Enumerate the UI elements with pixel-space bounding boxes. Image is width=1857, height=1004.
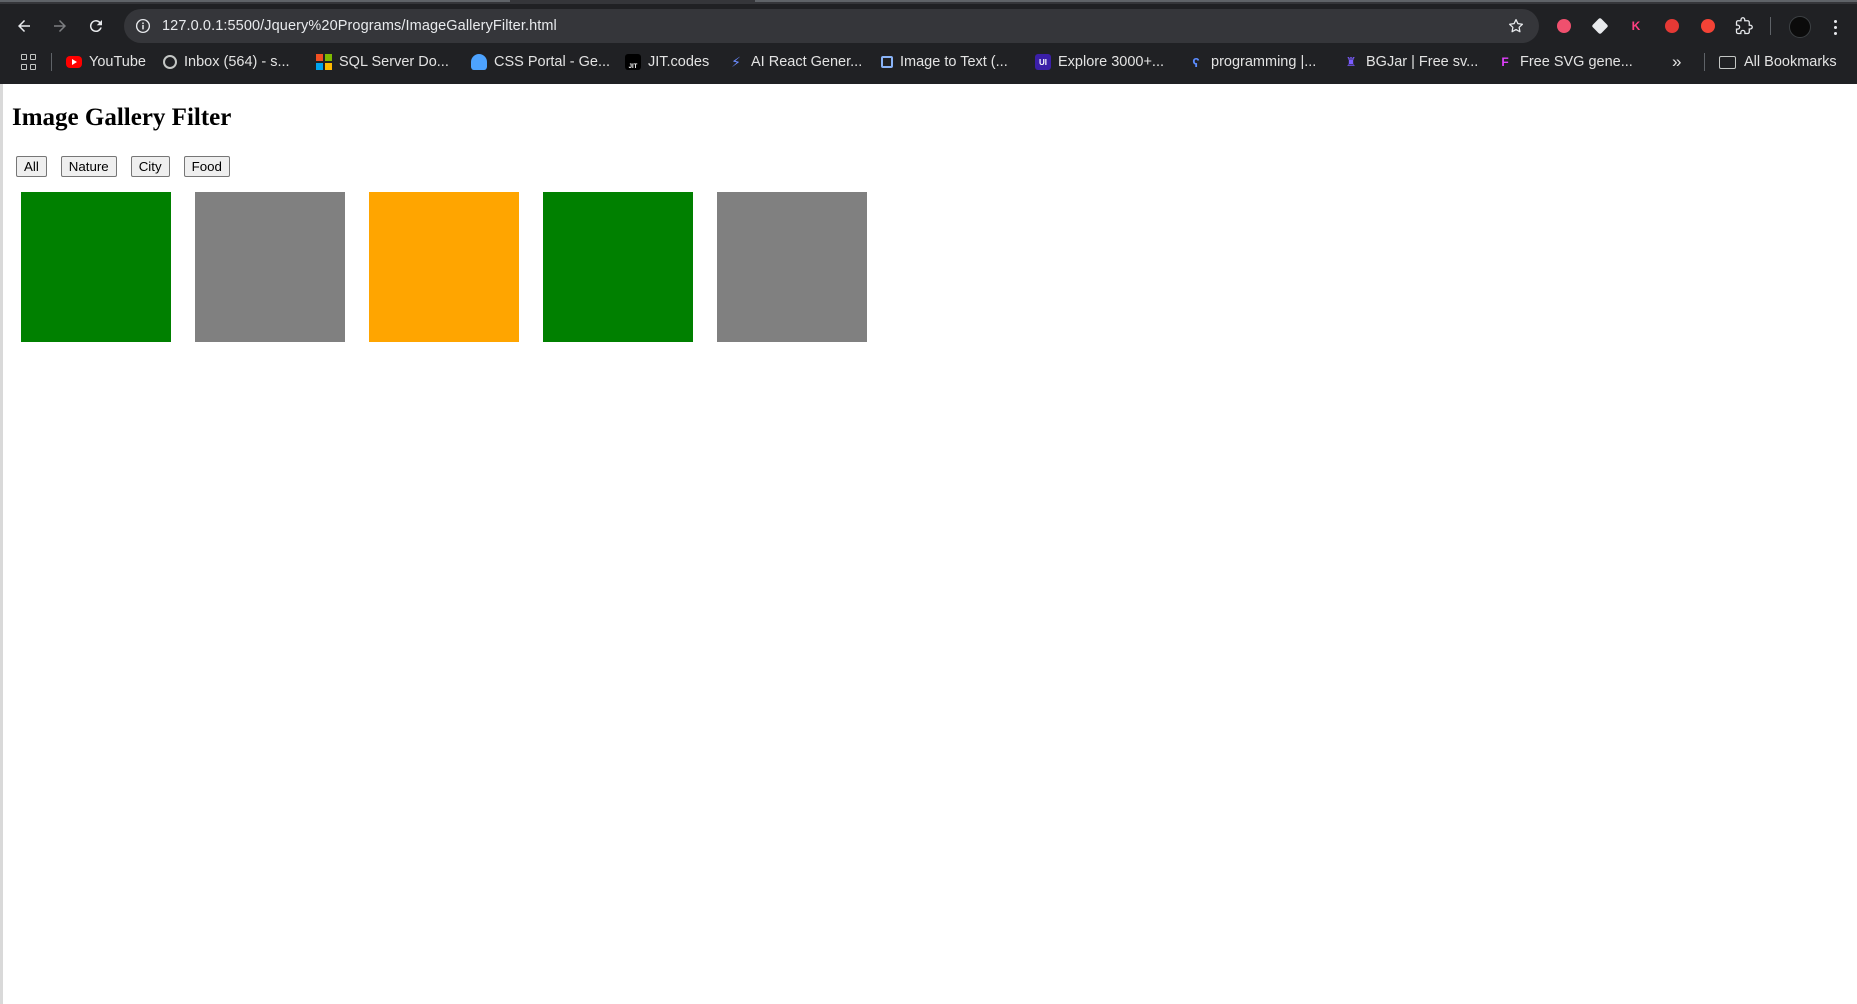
bookmark-youtube[interactable]: YouTube bbox=[66, 50, 146, 74]
extension-lastpass-icon[interactable] bbox=[1554, 16, 1574, 36]
forward-arrow-icon bbox=[54, 20, 66, 32]
filter-all-button[interactable]: All bbox=[16, 156, 47, 177]
microsoft-icon bbox=[316, 54, 332, 70]
bookmark-label: Free SVG gene... bbox=[1520, 54, 1633, 70]
toolbar-separator bbox=[1770, 17, 1771, 35]
ui-icon: UI bbox=[1035, 54, 1051, 70]
extension-k-icon[interactable]: K bbox=[1626, 16, 1646, 36]
back-arrow-icon bbox=[18, 20, 30, 32]
tab-edge bbox=[0, 0, 510, 2]
bookmark-label: Explore 3000+... bbox=[1058, 54, 1165, 70]
bookmark-inbox[interactable]: Inbox (564) - s... bbox=[163, 50, 290, 74]
extension-colorpick-icon[interactable] bbox=[1590, 16, 1610, 36]
bookmark-ai-react[interactable]: ⚡ AI React Gener... bbox=[728, 50, 862, 74]
extension-bug-icon[interactable] bbox=[1662, 16, 1682, 36]
url-text: 127.0.0.1:5500/Jquery%20Programs/ImageGa… bbox=[162, 18, 557, 34]
back-button[interactable] bbox=[8, 10, 40, 42]
bookmarks-separator bbox=[1704, 53, 1705, 71]
bookmarks-separator bbox=[51, 53, 52, 71]
bookmark-bgjar[interactable]: ♜ BGJar | Free sv... bbox=[1343, 50, 1479, 74]
bookmark-free-svg[interactable]: F Free SVG gene... bbox=[1497, 50, 1633, 74]
extensions-puzzle-icon[interactable] bbox=[1734, 16, 1754, 36]
folder-icon bbox=[1719, 55, 1736, 69]
gallery-tile-city bbox=[717, 192, 867, 342]
filter-city-button[interactable]: City bbox=[130, 156, 170, 177]
bookmark-image-to-text[interactable]: Image to Text (... bbox=[881, 50, 1008, 74]
gallery-tile-nature bbox=[543, 192, 693, 342]
bookmark-label: CSS Portal - Ge... bbox=[494, 54, 611, 70]
filter-buttons: All Nature City Food bbox=[16, 156, 230, 177]
all-bookmarks-label: All Bookmarks bbox=[1744, 54, 1837, 70]
bookmark-label: BGJar | Free sv... bbox=[1366, 54, 1479, 70]
bookmark-label: programming |... bbox=[1211, 54, 1317, 70]
css-portal-icon bbox=[471, 54, 487, 70]
tab-strip bbox=[0, 0, 1857, 4]
gallery-tile-food bbox=[369, 192, 519, 342]
tab-edge bbox=[755, 0, 1857, 2]
bookmark-label: JIT.codes bbox=[648, 54, 710, 70]
jit-icon: JIT bbox=[625, 54, 641, 70]
bookmark-sql-server[interactable]: SQL Server Do... bbox=[316, 50, 449, 74]
filter-food-button[interactable]: Food bbox=[183, 156, 230, 177]
bolt-icon: ⚡ bbox=[731, 53, 741, 70]
page-viewport: Image Gallery Filter All Nature City Foo… bbox=[0, 84, 1857, 1004]
youtube-icon bbox=[66, 56, 82, 68]
bookmark-label: SQL Server Do... bbox=[339, 54, 449, 70]
image-gallery bbox=[21, 192, 867, 342]
apps-grid-icon[interactable] bbox=[21, 54, 37, 70]
all-bookmarks-button[interactable]: All Bookmarks bbox=[1719, 50, 1837, 74]
toolbar: 127.0.0.1:5500/Jquery%20Programs/ImageGa… bbox=[0, 8, 1857, 44]
gallery-tile-nature bbox=[21, 192, 171, 342]
gallery-tile-city bbox=[195, 192, 345, 342]
reload-icon bbox=[89, 20, 102, 33]
programming-icon: ʕ bbox=[1192, 54, 1200, 70]
globe-icon bbox=[163, 55, 177, 69]
bookmark-label: YouTube bbox=[89, 54, 146, 70]
svg-generator-icon: F bbox=[1501, 55, 1509, 69]
bookmark-label: AI React Gener... bbox=[751, 54, 863, 70]
forward-button[interactable] bbox=[44, 10, 76, 42]
image-to-text-icon bbox=[881, 56, 893, 68]
bookmark-css-portal[interactable]: CSS Portal - Ge... bbox=[471, 50, 610, 74]
extension-adblock-icon[interactable] bbox=[1698, 16, 1718, 36]
more-bookmarks-chevron-icon[interactable]: » bbox=[1672, 52, 1681, 72]
bookmark-star-icon[interactable] bbox=[1507, 17, 1525, 35]
browser-menu-icon[interactable] bbox=[1826, 15, 1844, 39]
browser-chrome: 127.0.0.1:5500/Jquery%20Programs/ImageGa… bbox=[0, 0, 1857, 84]
bookmark-jit-codes[interactable]: JIT JIT.codes bbox=[625, 50, 709, 74]
bgjar-icon: ♜ bbox=[1345, 55, 1357, 69]
bookmark-label: Image to Text (... bbox=[900, 54, 1008, 70]
page-title: Image Gallery Filter bbox=[12, 104, 232, 131]
bookmark-explore[interactable]: UI Explore 3000+... bbox=[1035, 50, 1164, 74]
bookmarks-bar: YouTube Inbox (564) - s... SQL Server Do… bbox=[0, 48, 1857, 76]
filter-nature-button[interactable]: Nature bbox=[60, 156, 117, 177]
bookmark-programming[interactable]: ʕ programming |... bbox=[1188, 50, 1316, 74]
address-bar[interactable]: 127.0.0.1:5500/Jquery%20Programs/ImageGa… bbox=[124, 9, 1539, 43]
profile-avatar-icon[interactable] bbox=[1789, 16, 1811, 38]
bookmark-label: Inbox (564) - s... bbox=[184, 54, 290, 70]
reload-button[interactable] bbox=[80, 10, 112, 42]
site-info-icon[interactable] bbox=[134, 17, 152, 35]
